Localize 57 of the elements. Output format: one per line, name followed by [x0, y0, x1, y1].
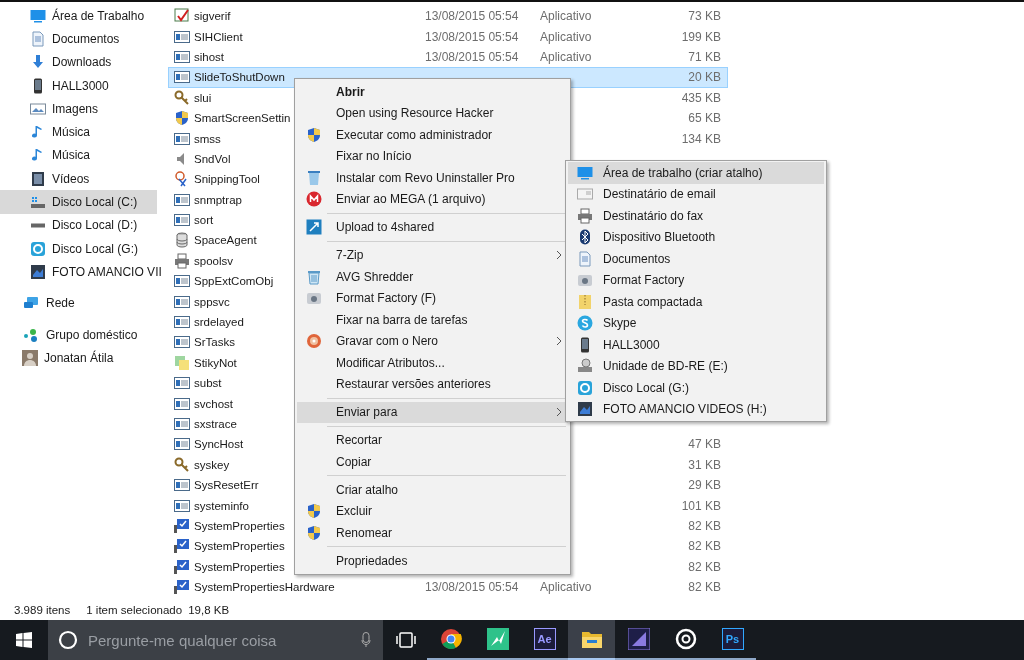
file-name: svchost: [194, 397, 233, 410]
selection-info: 1 item selecionado: [86, 604, 183, 616]
file-size: 47 KB: [687, 437, 721, 452]
file-name: SlideToShutDown: [194, 71, 285, 84]
modified-date: 13/08/2015 05:54: [425, 49, 520, 64]
file-name: SIHClient: [194, 30, 243, 43]
file-size: 82 KB: [687, 580, 721, 595]
file-name: snmptrap: [194, 193, 242, 206]
item-count: 3.989 itens: [14, 604, 71, 616]
file-name: SnippingTool: [194, 173, 260, 186]
modified-date: 13/08/2015 05:54: [425, 29, 520, 44]
file-name: srdelayed: [194, 316, 244, 329]
file-name: sihost: [194, 50, 225, 63]
file-size: 199 KB: [680, 29, 721, 44]
file-type: Aplicativo: [540, 29, 593, 44]
app-tile-icon: Ae: [533, 628, 556, 650]
file-name: SppExtComObj: [194, 275, 274, 288]
file-name: SysResetErr: [194, 479, 259, 492]
file-name: StikyNot: [194, 356, 237, 369]
file-name: sxstrace: [194, 418, 237, 430]
selection-size: 19,8 KB: [188, 604, 230, 616]
file-size: 101 KB: [680, 498, 721, 513]
file-size: 29 KB: [687, 478, 721, 493]
file-size: 31 KB: [687, 457, 721, 472]
file-size: 20 KB: [687, 70, 721, 85]
file-name: sppsvc: [194, 295, 230, 308]
file-size: 435 KB: [680, 90, 721, 105]
file-type: Aplicativo: [540, 49, 593, 64]
file-name: sort: [194, 214, 214, 227]
file-name: SystemPropertiesHardware: [194, 581, 335, 594]
file-size: 73 KB: [687, 9, 721, 24]
modified-date: 13/08/2015 05:54: [425, 580, 520, 595]
file-name: spoolsv: [194, 254, 233, 267]
file-size: 71 KB: [687, 49, 721, 64]
file-name: sigverif: [194, 10, 231, 23]
file-name: slui: [194, 91, 212, 104]
modified-date: 13/08/2015 05:54: [425, 9, 520, 24]
file-name: SrTasks: [194, 336, 235, 349]
file-size: 134 KB: [680, 131, 721, 146]
file-name: SmartScreenSettin: [194, 112, 291, 125]
file-name: SystemProperties: [194, 540, 285, 553]
file-size: 65 KB: [687, 111, 721, 126]
file-name: SystemProperties: [194, 519, 285, 532]
file-name: subst: [194, 377, 222, 390]
file-name: systeminfo: [194, 499, 249, 512]
file-name: SystemProperties: [194, 560, 285, 573]
file-size: 82 KB: [687, 539, 721, 554]
file-type: Aplicativo: [540, 9, 593, 24]
file-size: 82 KB: [687, 559, 721, 574]
file-size: 82 KB: [687, 518, 721, 533]
file-name: SyncHost: [194, 438, 244, 451]
app-tile-icon: Ps: [721, 628, 744, 650]
file-name: SndVol: [194, 152, 231, 165]
file-type: Aplicativo: [540, 580, 593, 595]
file-name: SpaceAgent: [194, 234, 257, 247]
file-name: smss: [194, 132, 221, 145]
file-name: syskey: [194, 458, 230, 471]
